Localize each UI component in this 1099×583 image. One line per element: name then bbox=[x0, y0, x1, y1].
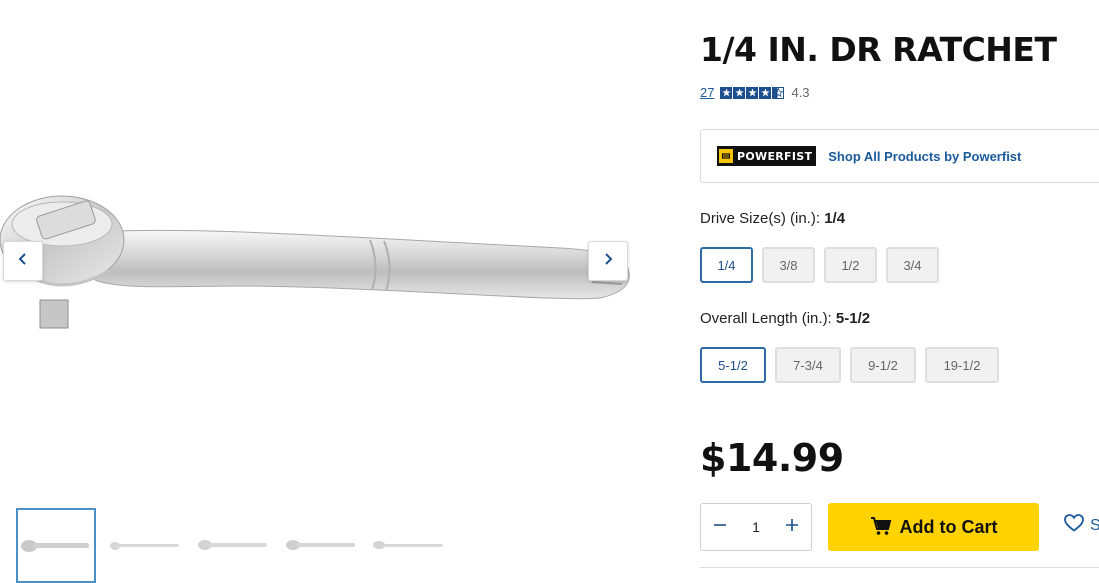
half-star-icon bbox=[772, 86, 785, 99]
rating-value: 4.3 bbox=[791, 85, 810, 100]
rating-row: 27 4.3 bbox=[700, 85, 810, 100]
star-icon bbox=[746, 86, 759, 99]
heart-icon bbox=[1064, 514, 1084, 537]
fist-icon bbox=[719, 149, 733, 163]
overall-length-selected-value: 5-1/2 bbox=[835, 310, 871, 327]
product-details: 1/4 IN. DR RATCHET 27 4.3 POWERFIST Shop… bbox=[700, 0, 1099, 583]
star-icon bbox=[759, 86, 772, 99]
thumbnail-3[interactable] bbox=[192, 508, 272, 583]
minus-icon bbox=[713, 518, 727, 537]
plus-icon bbox=[785, 518, 799, 537]
thumbnail-5[interactable] bbox=[368, 508, 448, 583]
product-price: $14.99 bbox=[700, 436, 844, 480]
shopping-cart-icon bbox=[870, 516, 892, 539]
main-product-image[interactable] bbox=[0, 140, 650, 365]
option-length-5-1-2[interactable]: 5-1/2 bbox=[700, 347, 766, 383]
quantity-decrease-button[interactable] bbox=[701, 504, 739, 550]
drive-size-options: 1/4 3/8 1/2 3/4 bbox=[700, 247, 948, 283]
thumbnail-2[interactable] bbox=[104, 508, 184, 583]
quantity-increase-button[interactable] bbox=[773, 504, 811, 550]
thumbnail-4[interactable] bbox=[280, 508, 360, 583]
option-length-7-3-4[interactable]: 7-3/4 bbox=[775, 347, 841, 383]
shop-all-brand-link[interactable]: Shop All Products by Powerfist bbox=[828, 149, 1021, 164]
rating-stars bbox=[720, 86, 785, 99]
product-title: 1/4 IN. DR RATCHET bbox=[700, 30, 1057, 69]
option-drive-1-4[interactable]: 1/4 bbox=[700, 247, 753, 283]
gallery-prev-button[interactable] bbox=[3, 241, 43, 281]
review-count-link[interactable]: 27 bbox=[700, 85, 714, 100]
divider bbox=[700, 567, 1099, 568]
option-length-9-1-2[interactable]: 9-1/2 bbox=[850, 347, 916, 383]
option-drive-3-4[interactable]: 3/4 bbox=[886, 247, 939, 283]
drive-size-selected-value: 1/4 bbox=[824, 210, 846, 227]
drive-size-label: Drive Size(s) (in.): 1/4 bbox=[700, 210, 845, 227]
drive-size-label-text: Drive Size(s) (in.): bbox=[700, 210, 821, 227]
product-gallery bbox=[0, 0, 650, 583]
star-icon bbox=[733, 86, 746, 99]
overall-length-label-text: Overall Length (in.): bbox=[700, 310, 832, 327]
quantity-input[interactable] bbox=[739, 518, 773, 536]
overall-length-label: Overall Length (in.): 5-1/2 bbox=[700, 310, 870, 327]
powerfist-logo: POWERFIST bbox=[717, 146, 817, 166]
chevron-right-icon bbox=[601, 252, 615, 271]
overall-length-options: 5-1/2 7-3/4 9-1/2 19-1/2 bbox=[700, 347, 1008, 383]
chevron-left-icon bbox=[16, 252, 30, 271]
thumbnail-1[interactable] bbox=[16, 508, 96, 583]
option-length-19-1-2[interactable]: 19-1/2 bbox=[925, 347, 999, 383]
quantity-stepper bbox=[700, 503, 812, 551]
brand-shop-link[interactable]: POWERFIST Shop All Products by Powerfist bbox=[700, 129, 1099, 183]
brand-logo-text: POWERFIST bbox=[737, 149, 813, 163]
option-drive-1-2[interactable]: 1/2 bbox=[824, 247, 877, 283]
add-to-cart-label: Add to Cart bbox=[899, 516, 998, 537]
star-icon bbox=[720, 86, 733, 99]
gallery-next-button[interactable] bbox=[588, 241, 628, 281]
wishlist-button[interactable]: S bbox=[1064, 514, 1099, 537]
option-drive-3-8[interactable]: 3/8 bbox=[762, 247, 815, 283]
wishlist-label: S bbox=[1090, 516, 1099, 534]
add-to-cart-button[interactable]: Add to Cart bbox=[828, 503, 1039, 551]
